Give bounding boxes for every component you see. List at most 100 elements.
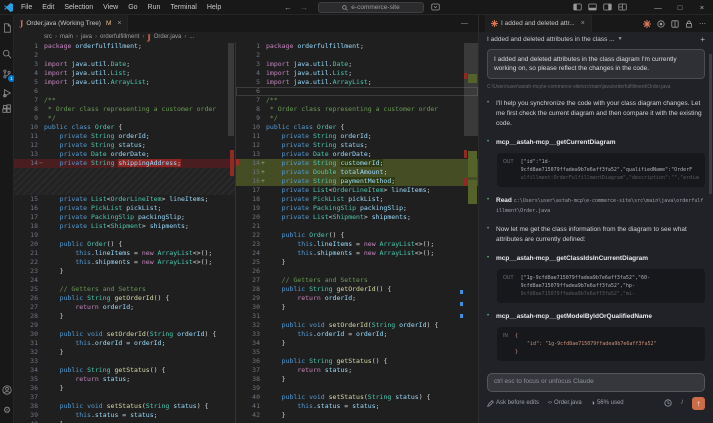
menu-file[interactable]: File — [16, 4, 37, 11]
breadcrumb-item[interactable]: src — [44, 34, 52, 40]
toggle-panel-icon[interactable] — [588, 3, 597, 11]
code-line[interactable]: 39 — [236, 384, 478, 393]
code-line[interactable]: 36 public String getStatus() { — [236, 357, 478, 366]
code-line[interactable]: 29 return orderId; — [236, 294, 478, 303]
code-line[interactable]: 11 private String orderId; — [14, 132, 235, 141]
menu-view[interactable]: View — [98, 4, 123, 11]
code-line[interactable]: 34 } — [236, 339, 478, 348]
code-line[interactable]: 28 public String getOrderId() { — [236, 285, 478, 294]
customize-layout-icon[interactable] — [618, 3, 627, 11]
code-line[interactable]: 3import java.util.Date; — [14, 60, 235, 69]
code-line[interactable]: 6 — [14, 87, 235, 96]
account-icon[interactable] — [1, 384, 13, 396]
extensions-icon[interactable] — [1, 103, 13, 115]
code-line[interactable]: 12 private String status; — [14, 141, 235, 150]
menu-help[interactable]: Help — [202, 4, 226, 11]
code-line[interactable]: 15 private List<OrderLineItem> lineItems… — [14, 195, 235, 204]
code-line[interactable]: 18 private List<Shipment> shipments; — [14, 222, 235, 231]
code-line[interactable]: 42 } — [236, 411, 478, 420]
code-line[interactable]: 12 private String status; — [236, 141, 478, 150]
breadcrumb-item[interactable]: main — [60, 34, 73, 40]
code-line[interactable]: 35 return status; — [14, 375, 235, 384]
code-line[interactable]: 25 // Getters and Setters — [14, 285, 235, 294]
source-control-icon[interactable]: 1 — [1, 68, 13, 80]
editor-toolbar-more-icon[interactable]: — — [461, 15, 468, 32]
code-line[interactable]: 17 private PackingSlip packingSlip; — [14, 213, 235, 222]
tool-output-card[interactable]: OUT["id":"1d-9cfd8ae715079ffadea9b7e6aff… — [497, 153, 705, 187]
code-line[interactable]: 37 — [14, 393, 235, 402]
circle-badge-icon[interactable] — [657, 20, 665, 28]
breadcrumb-item[interactable]: orderfulfillment — [100, 34, 139, 40]
code-line[interactable]: 39 this.status = status; — [14, 411, 235, 420]
search-sidebar-icon[interactable] — [1, 48, 13, 60]
code-line[interactable]: 6 — [236, 87, 478, 96]
tool-output-card[interactable]: OUT["1g-9cfd8ae715079ffadea9b7e6aff3fa52… — [497, 269, 705, 303]
code-line[interactable]: 24 this.shipments = new ArrayList<>(); — [236, 249, 478, 258]
code-line[interactable]: 21 this.lineItems = new ArrayList<>(); — [14, 249, 235, 258]
code-line[interactable]: 13 private Date orderDate; — [14, 150, 235, 159]
new-conversation-button[interactable]: + — [700, 35, 705, 44]
toggle-sidebar-icon[interactable] — [573, 3, 582, 11]
code-line[interactable]: 5import java.util.ArrayList; — [14, 78, 235, 87]
code-line[interactable]: 9 */ — [236, 114, 478, 123]
scrollbar-thumb[interactable] — [464, 43, 478, 136]
minimize-icon[interactable]: — — [647, 0, 669, 15]
read-tool-call[interactable]: •Read c:\Users\user\astah-mcp\e-commerce… — [487, 196, 705, 216]
code-line[interactable]: 16+ private String paymentMethod; — [236, 177, 478, 186]
tab-order-java[interactable]: J Order.java (Working Tree) M × — [14, 15, 128, 32]
tab-close-icon[interactable]: × — [581, 20, 585, 27]
code-line[interactable]: 18 private PickList pickList; — [236, 195, 478, 204]
code-line[interactable]: 19 — [14, 231, 235, 240]
code-line[interactable]: 41 this.status = status; — [236, 402, 478, 411]
send-button[interactable]: ↑ — [692, 397, 705, 410]
conversation-selector[interactable]: I added and deleted attributes in the cl… — [479, 32, 713, 46]
code-line[interactable]: 38 public void setStatus(String status) … — [14, 402, 235, 411]
code-line[interactable]: 34 public String getStatus() { — [14, 366, 235, 375]
code-line[interactable]: 1package orderfulfillment; — [236, 42, 478, 51]
code-line[interactable]: 27 // Getters and Setters — [236, 276, 478, 285]
code-line[interactable]: 2 — [236, 51, 478, 60]
code-line[interactable]: 1package orderfulfillment; — [14, 42, 235, 51]
context-file-chip[interactable]: ‹› Order.java — [548, 400, 582, 406]
breadcrumb[interactable]: src›main›java›orderfulfillment›JOrder.ja… — [14, 32, 478, 42]
code-line[interactable]: 4import java.util.List; — [14, 69, 235, 78]
code-line[interactable]: 20 public Order() { — [14, 240, 235, 249]
scrollbar-thumb[interactable] — [228, 43, 234, 136]
code-line[interactable]: 32 public void setOrderId(String orderId… — [236, 321, 478, 330]
menu-run[interactable]: Run — [143, 4, 166, 11]
code-line[interactable]: 8 * Order class representing a customer … — [14, 105, 235, 114]
code-line[interactable]: 10public class Order { — [14, 123, 235, 132]
code-line[interactable]: 14+ private String customerId; — [236, 159, 478, 168]
code-line[interactable]: 23 } — [14, 267, 235, 276]
code-line[interactable]: 26 public String getOrderId() { — [14, 294, 235, 303]
chat-transcript[interactable]: I added and deleted attributes in the cl… — [479, 46, 713, 369]
code-line[interactable]: 16 private PickList pickList; — [14, 204, 235, 213]
code-line[interactable]: 7/** — [14, 96, 235, 105]
code-line[interactable]: 32 } — [14, 348, 235, 357]
code-line[interactable]: 27 return orderId; — [14, 303, 235, 312]
back-icon[interactable]: ← — [284, 3, 292, 12]
breadcrumb-item[interactable]: Order.java — [154, 34, 182, 40]
run-debug-icon[interactable] — [1, 87, 13, 99]
menu-selection[interactable]: Selection — [59, 4, 98, 11]
code-line[interactable]: 17 private List<OrderLineItem> lineItems… — [236, 186, 478, 195]
tool-call[interactable]: •mcp__astah-mcp__getModelByIdOrQualified… — [487, 312, 705, 321]
code-line[interactable]: 9 */ — [14, 114, 235, 123]
code-line[interactable]: 23 this.lineItems = new ArrayList<>(); — [236, 240, 478, 249]
settings-gear-icon[interactable]: ⚙ — [1, 404, 13, 416]
layout-dropdown-icon[interactable] — [431, 3, 440, 11]
code-line[interactable]: 22 this.shipments = new ArrayList<>(); — [14, 258, 235, 267]
code-line[interactable]: 28 } — [14, 312, 235, 321]
code-line[interactable]: 14− private String shippingAddress; — [14, 159, 235, 168]
code-line[interactable]: 40 public void setStatus(String status) … — [236, 393, 478, 402]
code-line[interactable]: 35 — [236, 348, 478, 357]
code-line[interactable]: 11 private String orderId; — [236, 132, 478, 141]
code-line[interactable]: 8 * Order class representing a customer … — [236, 105, 478, 114]
code-line[interactable]: 25 } — [236, 258, 478, 267]
forward-icon[interactable]: → — [300, 3, 308, 12]
code-line[interactable]: 38 } — [236, 375, 478, 384]
tab-close-icon[interactable]: × — [117, 20, 121, 27]
code-line[interactable]: 33 this.orderId = orderId; — [236, 330, 478, 339]
code-line[interactable]: 10public class Order { — [236, 123, 478, 132]
code-line[interactable]: 31 this.orderId = orderId; — [14, 339, 235, 348]
